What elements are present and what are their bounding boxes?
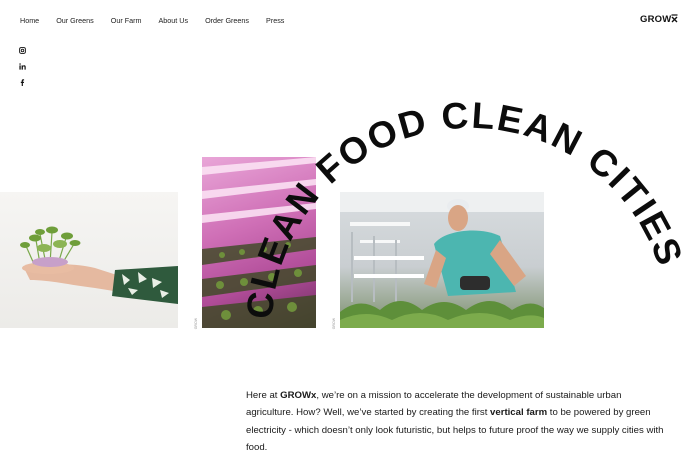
nav-order-greens[interactable]: Order Greens: [205, 16, 249, 25]
nav-our-farm[interactable]: Our Farm: [111, 16, 142, 25]
intro-paragraph: Here at GROWx, we’re on a mission to acc…: [246, 387, 666, 457]
instagram-icon[interactable]: [19, 41, 26, 54]
social-links: [19, 41, 26, 89]
brand-logo[interactable]: GROW: [640, 14, 678, 25]
nav-our-greens[interactable]: Our Greens: [56, 16, 94, 25]
photo-pink-grow-lights: [202, 157, 316, 328]
nav-home[interactable]: Home: [20, 16, 39, 25]
intro-brand: GROWx: [280, 389, 317, 401]
logo-x-mark: [671, 14, 678, 23]
intro-text-1: Here at: [246, 389, 281, 401]
intro-highlight: vertical farm: [490, 407, 548, 419]
photo-tag-left: GROW: [194, 318, 198, 330]
photo-farm-worker: [340, 192, 544, 328]
logo-wordmark: GROW: [640, 14, 672, 25]
photo-hand-microgreens: [0, 192, 178, 328]
linkedin-icon[interactable]: [19, 57, 26, 70]
facebook-icon[interactable]: [19, 73, 26, 86]
main-nav: Home Our Greens Our Farm About Us Order …: [20, 16, 284, 25]
nav-about-us[interactable]: About Us: [159, 16, 189, 25]
nav-press[interactable]: Press: [266, 16, 284, 25]
photo-tag-right: GROW: [332, 318, 336, 330]
